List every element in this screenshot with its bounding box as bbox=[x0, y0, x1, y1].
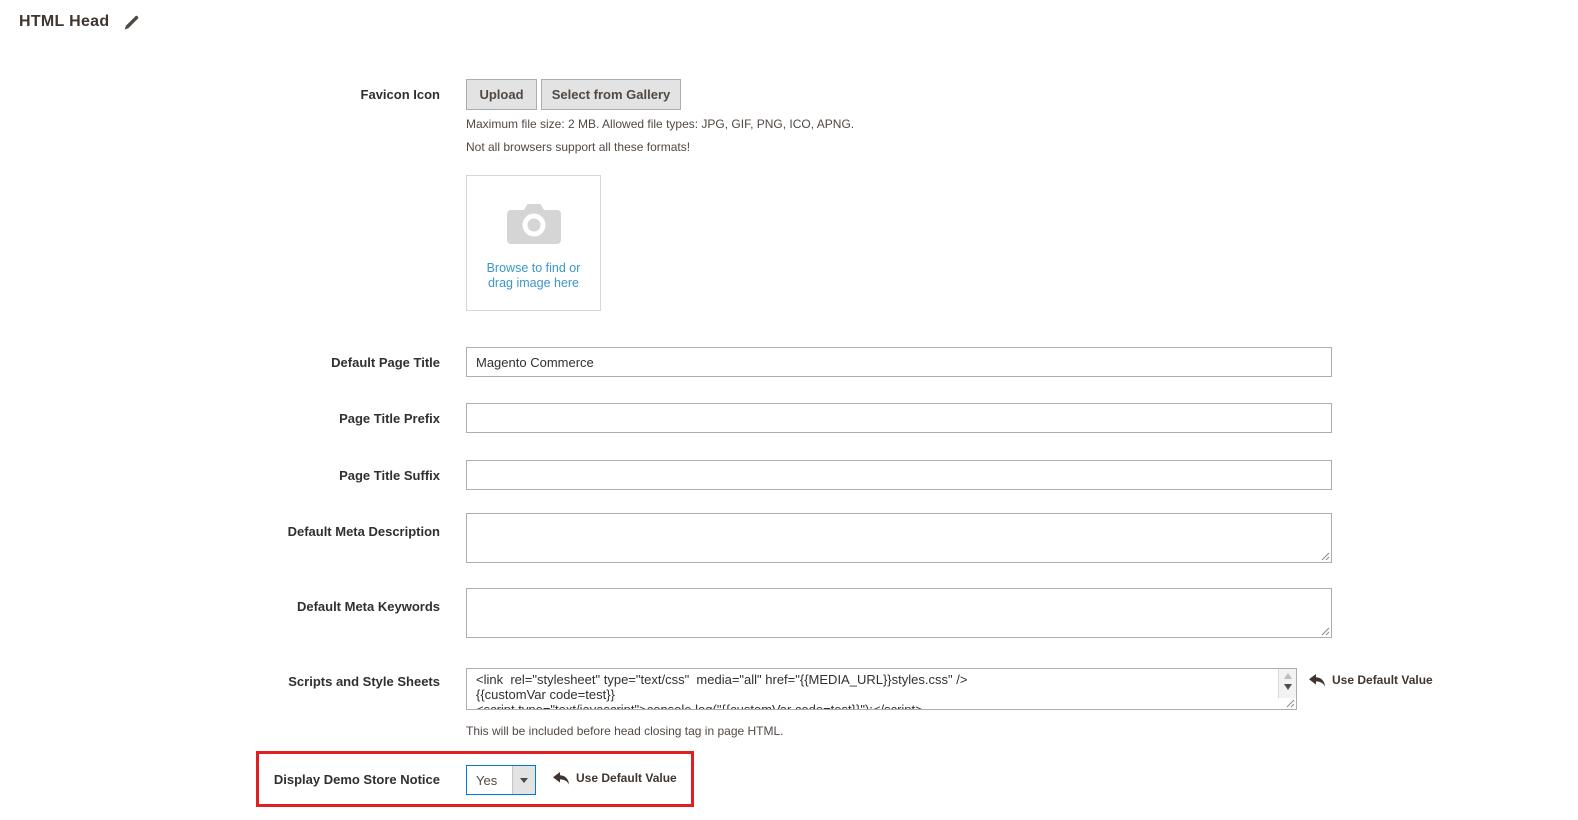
default-meta-description-textarea[interactable] bbox=[466, 513, 1332, 563]
upload-button[interactable]: Upload bbox=[466, 79, 537, 110]
demo-store-notice-selected-value: Yes bbox=[467, 766, 512, 794]
default-meta-keywords-label: Default Meta Keywords bbox=[0, 599, 440, 614]
page-title-prefix-label: Page Title Prefix bbox=[0, 411, 440, 426]
scripts-use-default-label: Use Default Value bbox=[1332, 673, 1433, 687]
favicon-filesize-note: Maximum file size: 2 MB. Allowed file ty… bbox=[466, 117, 854, 131]
default-page-title-input[interactable] bbox=[466, 347, 1332, 377]
scripts-use-default-link[interactable]: Use Default Value bbox=[1309, 673, 1433, 687]
select-arrow-button[interactable] bbox=[512, 766, 535, 794]
textarea-scrollbar[interactable] bbox=[1278, 669, 1296, 698]
browse-link-line1[interactable]: Browse to find or bbox=[467, 261, 600, 276]
default-meta-keywords-wrap bbox=[466, 588, 1332, 638]
demo-store-notice-select[interactable]: Yes bbox=[466, 765, 536, 795]
chevron-down-icon bbox=[520, 778, 528, 783]
default-meta-keywords-textarea[interactable] bbox=[466, 588, 1332, 638]
default-page-title-label: Default Page Title bbox=[0, 355, 440, 370]
favicon-icon-label: Favicon Icon bbox=[0, 87, 440, 102]
scroll-up-icon[interactable] bbox=[1284, 673, 1292, 679]
scripts-stylesheets-note: This will be included before head closin… bbox=[466, 724, 784, 738]
demo-notice-use-default-label: Use Default Value bbox=[576, 771, 677, 785]
page-title-suffix-label: Page Title Suffix bbox=[0, 468, 440, 483]
page-title-suffix-input[interactable] bbox=[466, 460, 1332, 490]
scripts-stylesheets-textarea[interactable]: <link rel="stylesheet" type="text/css" m… bbox=[466, 668, 1297, 710]
html-head-settings-page: HTML Head Favicon Icon Upload Select fro… bbox=[0, 0, 1578, 820]
select-from-gallery-button[interactable]: Select from Gallery bbox=[541, 79, 681, 110]
page-title-text: HTML Head bbox=[19, 13, 109, 31]
default-meta-description-label: Default Meta Description bbox=[0, 524, 440, 539]
browse-link-line2[interactable]: drag image here bbox=[467, 276, 600, 291]
favicon-dropzone[interactable]: Browse to find or drag image here bbox=[466, 175, 601, 311]
display-demo-store-notice-label: Display Demo Store Notice bbox=[0, 772, 440, 787]
demo-notice-use-default-link[interactable]: Use Default Value bbox=[553, 771, 677, 785]
scripts-stylesheets-wrap: <link rel="stylesheet" type="text/css" m… bbox=[466, 668, 1297, 710]
default-meta-description-wrap bbox=[466, 513, 1332, 563]
scripts-stylesheets-label: Scripts and Style Sheets bbox=[0, 674, 440, 689]
undo-icon bbox=[553, 772, 569, 785]
favicon-browser-note: Not all browsers support all these forma… bbox=[466, 140, 690, 154]
camera-icon bbox=[507, 201, 561, 244]
scroll-down-icon[interactable] bbox=[1284, 684, 1292, 690]
undo-icon bbox=[1309, 674, 1325, 687]
edit-pencil-icon[interactable] bbox=[124, 15, 139, 30]
page-title: HTML Head bbox=[19, 13, 139, 31]
page-title-prefix-input[interactable] bbox=[466, 403, 1332, 433]
